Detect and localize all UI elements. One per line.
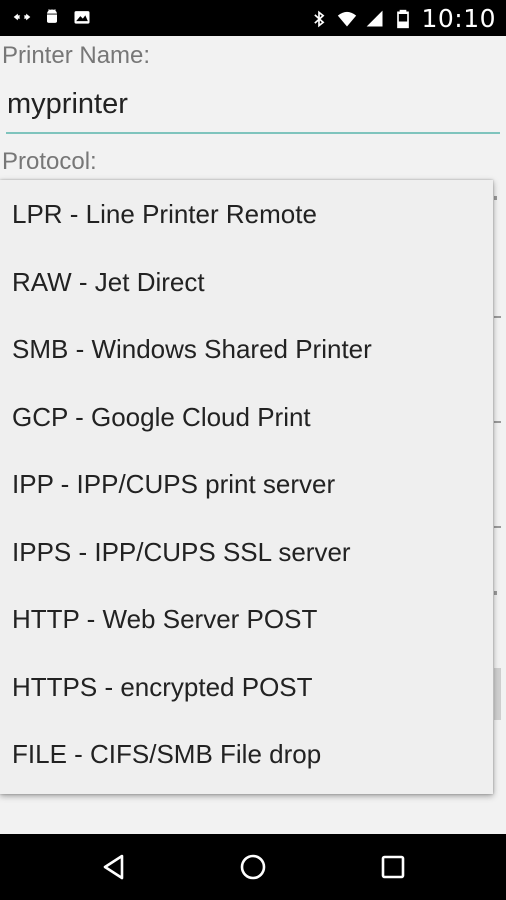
status-notifications — [12, 6, 92, 28]
status-bar: 10:10 — [0, 0, 506, 36]
protocol-dropdown: LPR - Line Printer Remote RAW - Jet Dire… — [0, 180, 493, 794]
protocol-option-ipp[interactable]: IPP - IPP/CUPS print server — [0, 450, 493, 518]
field-underline-fragment — [494, 421, 501, 423]
battery-icon — [397, 9, 410, 28]
spinner-arrow-fragment — [494, 591, 497, 595]
button-edge-fragment — [494, 668, 501, 720]
android-icon — [47, 9, 57, 23]
protocol-option-gcp[interactable]: GCP - Google Cloud Print — [0, 383, 493, 451]
field-underline-fragment — [494, 316, 501, 318]
spinner-arrow-fragment — [494, 196, 497, 200]
usb-debug-icon — [13, 13, 31, 21]
protocol-option-ipps[interactable]: IPPS - IPP/CUPS SSL server — [0, 518, 493, 586]
protocol-option-lpr[interactable]: LPR - Line Printer Remote — [0, 180, 493, 248]
recents-icon[interactable] — [378, 852, 408, 882]
clock: 10:10 — [421, 4, 496, 33]
cell-signal-icon — [367, 10, 383, 26]
protocol-label: Protocol: — [2, 148, 97, 175]
wifi-icon — [338, 11, 357, 26]
field-underline-fragment — [494, 526, 501, 528]
home-icon[interactable] — [238, 852, 268, 882]
protocol-option-smb[interactable]: SMB - Windows Shared Printer — [0, 315, 493, 383]
protocol-option-https[interactable]: HTTPS - encrypted POST — [0, 653, 493, 721]
printer-name-input[interactable]: myprinter — [6, 82, 500, 134]
printer-settings-form: Printer Name: myprinter Protocol: LPR - … — [0, 36, 506, 834]
bluetooth-icon — [314, 10, 325, 27]
protocol-option-http[interactable]: HTTP - Web Server POST — [0, 585, 493, 653]
protocol-option-file[interactable]: FILE - CIFS/SMB File drop — [0, 720, 493, 788]
protocol-option-raw[interactable]: RAW - Jet Direct — [0, 248, 493, 316]
image-notification-icon — [74, 11, 90, 24]
printer-name-label: Printer Name: — [2, 42, 151, 69]
status-system-icons: 10:10 — [309, 4, 496, 33]
back-icon[interactable] — [99, 852, 129, 882]
navigation-bar — [0, 834, 506, 900]
